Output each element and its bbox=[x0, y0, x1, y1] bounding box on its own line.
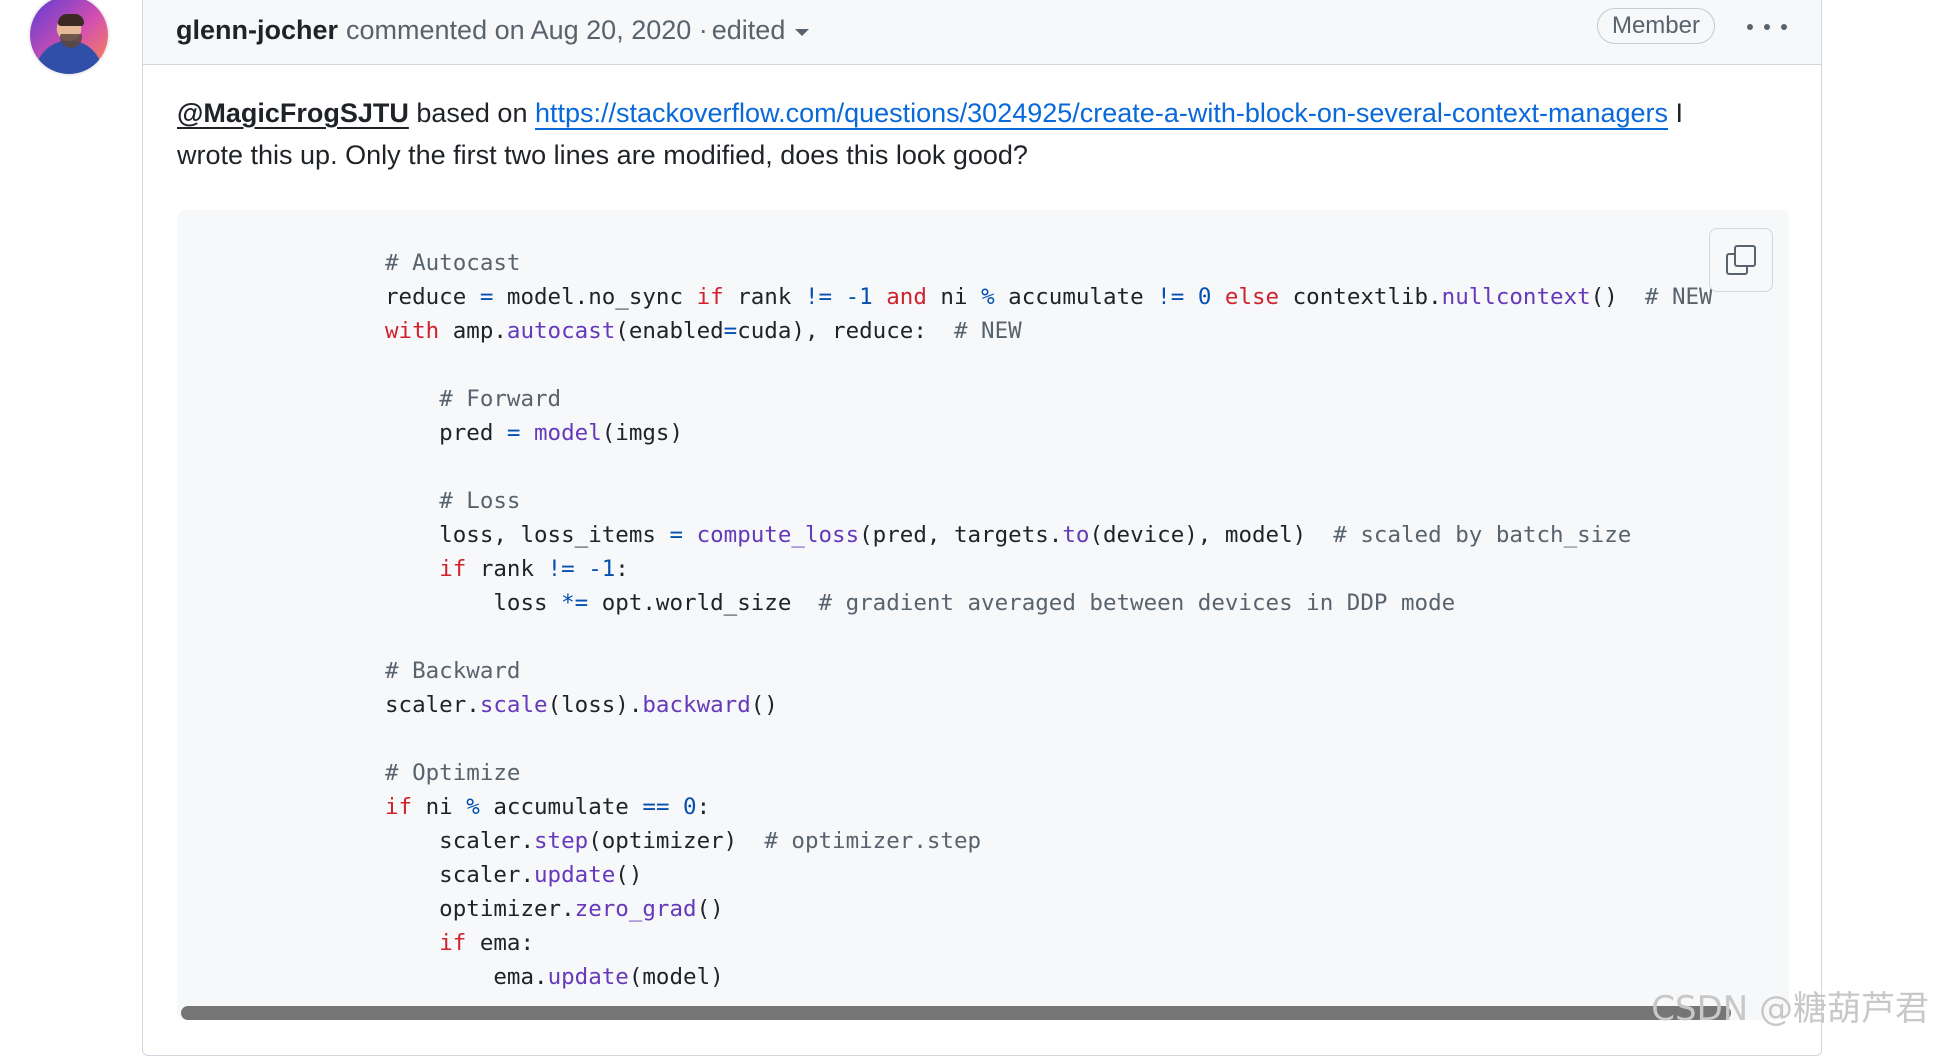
comment-author-link[interactable]: glenn-jocher bbox=[176, 15, 338, 46]
code-line: if ema: bbox=[439, 930, 535, 956]
user-avatar[interactable] bbox=[28, 0, 110, 76]
code-content: # Autocast reduce = model.no_sync if ran… bbox=[385, 246, 1713, 994]
avatar-hair bbox=[58, 14, 84, 26]
code-line: optimizer.zero_grad() bbox=[385, 896, 724, 922]
code-line: scaler.update() bbox=[385, 862, 643, 888]
code-line: scaler.step(optimizer) # optimizer.step bbox=[385, 828, 982, 854]
code-line: with amp.autocast(enabled=cuda), reduce:… bbox=[385, 318, 1022, 344]
code-line: reduce = model.no_sync if rank != -1 and… bbox=[385, 284, 1713, 310]
code-horizontal-scrollbar[interactable] bbox=[181, 1006, 1793, 1020]
code-line: # Forward bbox=[439, 386, 562, 412]
code-line: # Loss bbox=[439, 488, 521, 514]
avatar-beard bbox=[60, 34, 82, 48]
watermark-text: CSDN @糖葫芦君 bbox=[1651, 989, 1929, 1029]
code-line: loss, loss_items = compute_loss(pred, ta… bbox=[385, 522, 1632, 548]
scrollbar-thumb[interactable] bbox=[181, 1006, 1731, 1020]
edited-dropdown[interactable]: edited bbox=[712, 15, 810, 46]
body-text-1: based on bbox=[408, 98, 535, 128]
more-options-icon[interactable] bbox=[1747, 12, 1787, 42]
code-line: # Backward bbox=[385, 658, 521, 684]
code-block: # Autocast reduce = model.no_sync if ran… bbox=[177, 210, 1789, 1020]
stackoverflow-link[interactable]: https://stackoverflow.com/questions/3024… bbox=[535, 98, 1668, 128]
code-line: scaler.scale(loss).backward() bbox=[385, 692, 778, 718]
comment-meta: commented on Aug 20, 2020 · bbox=[346, 14, 708, 45]
caret-down-icon bbox=[795, 28, 810, 36]
code-line: # Optimize bbox=[385, 760, 521, 786]
comment-header: glenn-jocher commented on Aug 20, 2020 ·… bbox=[143, 0, 1821, 65]
user-mention-link[interactable]: @MagicFrogSJTU bbox=[177, 98, 409, 128]
copy-icon-front bbox=[1734, 245, 1756, 267]
code-line: loss *= opt.world_size # gradient averag… bbox=[385, 590, 1456, 616]
copy-button[interactable] bbox=[1709, 228, 1773, 292]
edited-label: edited bbox=[711, 14, 786, 45]
comment-body: @MagicFrogSJTU based on https://stackove… bbox=[177, 92, 1737, 176]
code-line: if rank != -1: bbox=[439, 556, 629, 582]
comment-card: glenn-jocher commented on Aug 20, 2020 ·… bbox=[142, 0, 1822, 1056]
code-line: ema.update(model) bbox=[385, 964, 724, 990]
member-badge: Member bbox=[1596, 8, 1715, 44]
code-line: if ni % accumulate == 0: bbox=[385, 794, 711, 820]
code-line: # Autocast bbox=[385, 250, 521, 276]
code-line: pred = model(imgs) bbox=[385, 420, 684, 446]
